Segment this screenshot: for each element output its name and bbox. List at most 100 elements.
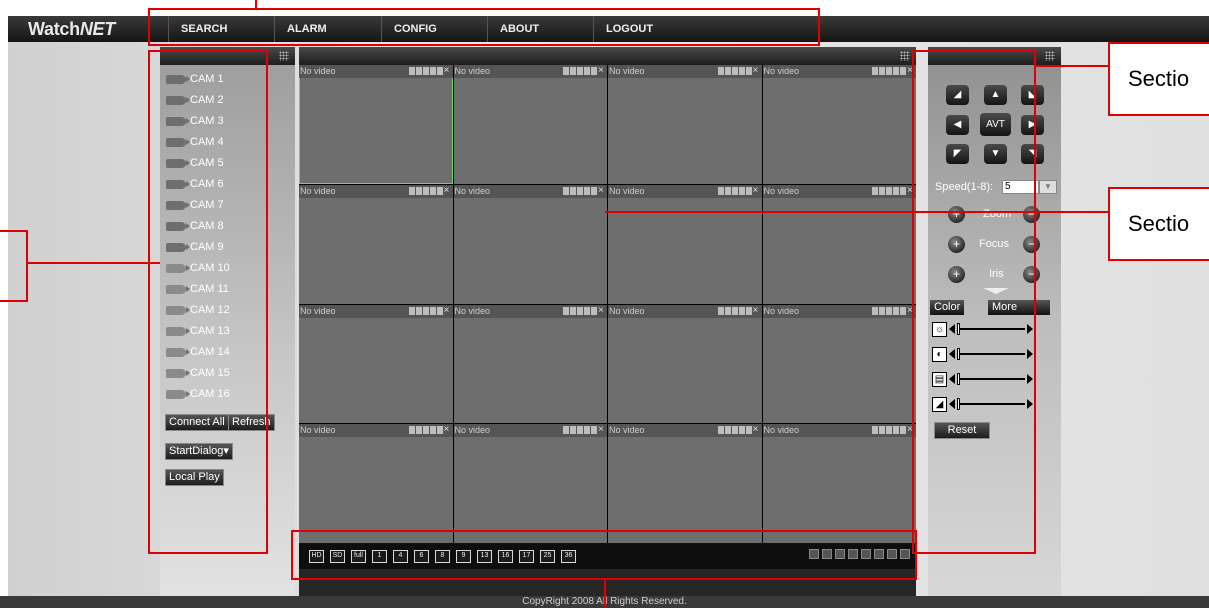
camera-list-item[interactable]: CAM 8 [166, 218, 224, 234]
layout-4-button[interactable]: 4 [393, 549, 408, 563]
record-icon[interactable] [872, 67, 878, 75]
layout-13-button[interactable]: 13 [477, 549, 492, 563]
nav-about[interactable]: ABOUT [487, 16, 593, 42]
increase-icon[interactable] [1027, 374, 1033, 384]
camera-list-item[interactable]: CAM 10 [166, 260, 230, 276]
camera-list-item[interactable]: CAM 5 [166, 155, 224, 171]
speaker-icon[interactable] [591, 426, 597, 435]
snapshot-icon[interactable] [724, 426, 731, 435]
talk-icon[interactable] [422, 67, 429, 75]
record-icon[interactable] [408, 306, 415, 315]
layout-SD-button[interactable]: SD [330, 549, 345, 563]
record-icon[interactable] [408, 426, 415, 435]
layout-25-button[interactable]: 25 [540, 549, 555, 563]
audio-icon[interactable] [738, 67, 745, 75]
camera-list-item[interactable]: CAM 1 [166, 71, 224, 87]
tab-more[interactable]: More [988, 300, 1050, 315]
audio-icon[interactable] [429, 426, 436, 435]
ptz-down-left-button[interactable]: ◤ [946, 144, 969, 164]
video-cell[interactable]: No video × [762, 304, 916, 424]
speaker-icon[interactable] [591, 67, 597, 75]
record-icon[interactable] [717, 306, 724, 315]
zoom-in-button[interactable]: + [948, 206, 965, 223]
speed-dropdown-arrow-icon[interactable]: ▼ [1039, 180, 1057, 194]
camera-list-item[interactable]: CAM 2 [166, 92, 224, 108]
reset-button[interactable]: Reset [934, 422, 990, 439]
brightness-slider[interactable]: ☼ [932, 321, 1033, 337]
speaker-icon[interactable] [900, 426, 906, 435]
page-button[interactable] [887, 549, 897, 559]
close-icon[interactable]: × [444, 425, 451, 435]
speaker-icon[interactable] [900, 186, 906, 195]
audio-icon[interactable] [584, 306, 590, 315]
record-icon[interactable] [717, 67, 724, 75]
saturation-slider[interactable]: ▤ [932, 371, 1033, 387]
nav-search[interactable]: SEARCH [168, 16, 274, 42]
snapshot-icon[interactable] [570, 426, 576, 435]
talk-icon[interactable] [577, 67, 583, 75]
speaker-icon[interactable] [900, 67, 906, 75]
ptz-up-left-button[interactable]: ◢ [946, 85, 969, 105]
close-icon[interactable]: × [753, 305, 760, 315]
page-button[interactable] [822, 549, 832, 559]
record-icon[interactable] [717, 186, 724, 195]
video-cell[interactable]: No video × [762, 65, 916, 184]
audio-icon[interactable] [893, 426, 899, 435]
snapshot-icon[interactable] [724, 306, 731, 315]
increase-icon[interactable] [1027, 349, 1033, 359]
talk-icon[interactable] [731, 306, 738, 315]
video-cell[interactable]: No video × [299, 184, 453, 304]
layout-36-button[interactable]: 36 [561, 549, 576, 563]
snapshot-icon[interactable] [415, 67, 422, 75]
talk-icon[interactable] [731, 186, 738, 195]
close-icon[interactable]: × [907, 425, 914, 435]
camera-list-item[interactable]: CAM 15 [166, 365, 230, 381]
decrease-icon[interactable] [949, 349, 955, 359]
layout-17-button[interactable]: 17 [519, 549, 534, 563]
speaker-icon[interactable] [745, 426, 752, 435]
talk-icon[interactable] [886, 67, 892, 75]
increase-icon[interactable] [1027, 324, 1033, 334]
record-icon[interactable] [563, 426, 569, 435]
speaker-icon[interactable] [591, 186, 597, 195]
video-cell[interactable]: No video × [453, 184, 607, 304]
snapshot-icon[interactable] [570, 67, 576, 75]
snapshot-icon[interactable] [570, 186, 576, 195]
layout-6-button[interactable]: 6 [414, 549, 429, 563]
record-icon[interactable] [563, 306, 569, 315]
close-icon[interactable]: × [598, 66, 605, 76]
snapshot-icon[interactable] [415, 306, 422, 315]
snapshot-icon[interactable] [724, 67, 731, 75]
snapshot-icon[interactable] [415, 426, 422, 435]
record-icon[interactable] [717, 426, 724, 435]
audio-icon[interactable] [738, 186, 745, 195]
talk-icon[interactable] [886, 426, 892, 435]
iris-open-button[interactable]: + [948, 266, 965, 283]
slider-knob[interactable] [957, 323, 960, 335]
iris-close-button[interactable]: − [1023, 266, 1040, 283]
speaker-icon[interactable] [745, 67, 752, 75]
talk-icon[interactable] [886, 186, 892, 195]
audio-icon[interactable] [584, 426, 590, 435]
camera-list-item[interactable]: CAM 12 [166, 302, 230, 318]
grip-icon[interactable] [900, 51, 910, 61]
record-icon[interactable] [872, 426, 878, 435]
close-icon[interactable]: × [598, 185, 605, 195]
slider-track[interactable] [957, 398, 1025, 410]
camera-list-item[interactable]: CAM 4 [166, 134, 224, 150]
decrease-icon[interactable] [949, 399, 955, 409]
video-cell[interactable]: No video × [453, 65, 607, 184]
ptz-auto-button[interactable]: AVT [980, 113, 1011, 136]
hue-slider[interactable]: ◢ [932, 396, 1033, 412]
video-cell[interactable]: No video × [453, 424, 607, 543]
snapshot-icon[interactable] [570, 306, 576, 315]
ptz-up-button[interactable]: ▲ [984, 85, 1007, 105]
camera-list-item[interactable]: CAM 14 [166, 344, 230, 360]
talk-icon[interactable] [422, 306, 429, 315]
layout-HD-button[interactable]: HD [309, 549, 324, 563]
camera-list-item[interactable]: CAM 3 [166, 113, 224, 129]
camera-list-item[interactable]: CAM 11 [166, 281, 229, 297]
speaker-icon[interactable] [745, 306, 752, 315]
talk-icon[interactable] [577, 186, 583, 195]
audio-icon[interactable] [738, 306, 745, 315]
